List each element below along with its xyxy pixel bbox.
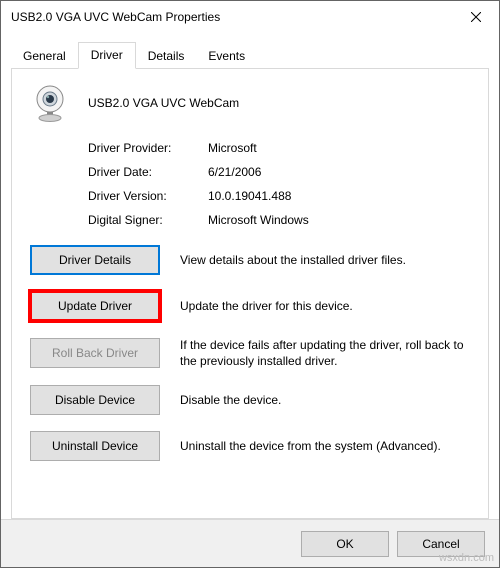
uninstall-device-desc: Uninstall the device from the system (Ad… [180, 438, 470, 454]
titlebar: USB2.0 VGA UVC WebCam Properties [1, 1, 499, 33]
uninstall-device-button[interactable]: Uninstall Device [30, 431, 160, 461]
tab-details[interactable]: Details [136, 44, 197, 69]
signer-label: Digital Signer: [88, 213, 208, 227]
roll-back-driver-button: Roll Back Driver [30, 338, 160, 368]
date-value: 6/21/2006 [208, 165, 261, 179]
client-area: General Driver Details Events USB2.0 [1, 33, 499, 519]
ok-button[interactable]: OK [301, 531, 389, 557]
driver-info: Driver Provider: Microsoft Driver Date: … [88, 141, 470, 227]
disable-device-button[interactable]: Disable Device [30, 385, 160, 415]
update-driver-button[interactable]: Update Driver [30, 291, 160, 321]
dialog-footer: OK Cancel [1, 519, 499, 567]
tab-panel-driver: USB2.0 VGA UVC WebCam Driver Provider: M… [11, 68, 489, 519]
properties-window: USB2.0 VGA UVC WebCam Properties General… [0, 0, 500, 568]
update-driver-desc: Update the driver for this device. [180, 298, 470, 314]
disable-device-desc: Disable the device. [180, 392, 470, 408]
driver-details-button[interactable]: Driver Details [30, 245, 160, 275]
signer-value: Microsoft Windows [208, 213, 309, 227]
window-title: USB2.0 VGA UVC WebCam Properties [11, 10, 220, 24]
close-icon [471, 12, 481, 22]
tab-events[interactable]: Events [196, 44, 257, 69]
device-header: USB2.0 VGA UVC WebCam [30, 83, 470, 123]
version-value: 10.0.19041.488 [208, 189, 291, 203]
provider-label: Driver Provider: [88, 141, 208, 155]
provider-value: Microsoft [208, 141, 257, 155]
device-name: USB2.0 VGA UVC WebCam [88, 96, 239, 110]
tab-general[interactable]: General [11, 44, 78, 69]
version-label: Driver Version: [88, 189, 208, 203]
tab-driver[interactable]: Driver [78, 42, 136, 69]
driver-details-desc: View details about the installed driver … [180, 252, 470, 268]
webcam-icon [30, 83, 70, 123]
cancel-button[interactable]: Cancel [397, 531, 485, 557]
date-label: Driver Date: [88, 165, 208, 179]
close-button[interactable] [453, 1, 499, 33]
roll-back-desc: If the device fails after updating the d… [180, 337, 470, 369]
driver-actions: Driver Details View details about the in… [30, 245, 470, 461]
tabstrip: General Driver Details Events [11, 41, 489, 68]
